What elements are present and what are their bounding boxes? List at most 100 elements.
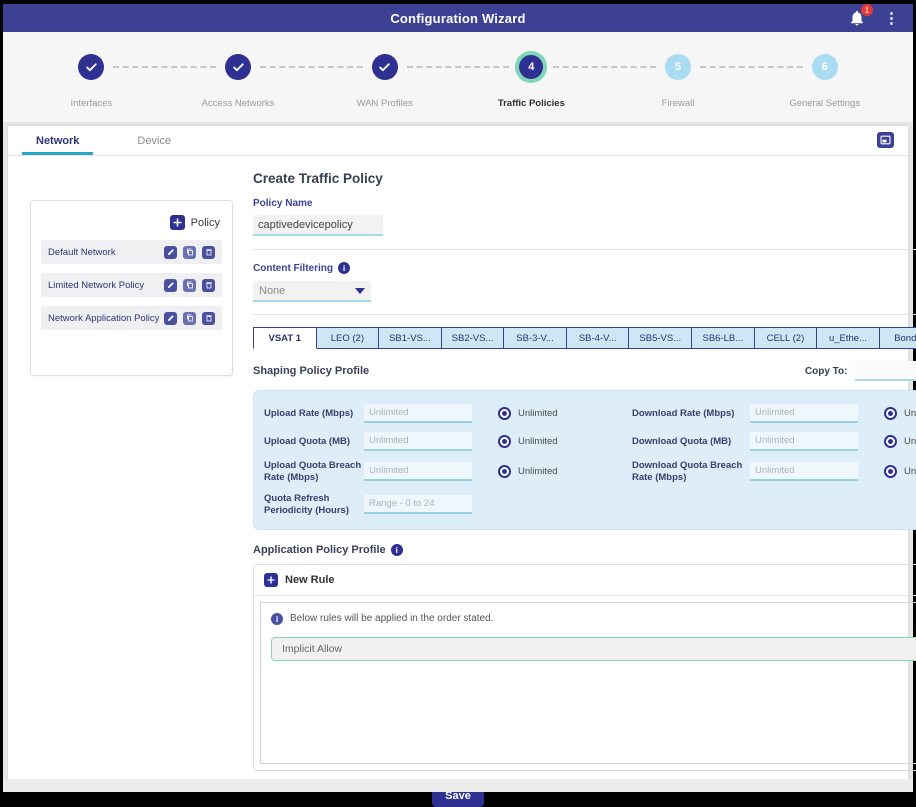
- new-rule-button[interactable]: New Rule: [254, 565, 916, 596]
- content-filtering-select[interactable]: None: [253, 281, 371, 302]
- page: Configuration Wizard 1 ⋮ Interfaces: [3, 4, 913, 792]
- step-interfaces[interactable]: Interfaces: [18, 54, 165, 109]
- quota-refresh-input[interactable]: [364, 495, 472, 514]
- wan-interface-tabs: VSAT 1 LEO (2) SB1-VS... SB2-VS... SB-3-…: [253, 327, 916, 349]
- shaping-header: Shaping Policy Profile Copy To: Reset: [253, 361, 916, 381]
- download-quota-input[interactable]: [750, 432, 858, 451]
- shaping-row-quota: Upload Quota (MB) Unlimited Download Quo…: [264, 432, 916, 451]
- wan-tab-vsat1[interactable]: VSAT 1: [253, 327, 317, 349]
- caret-down-icon: [355, 288, 365, 294]
- step-circle: [372, 54, 398, 80]
- create-policy-title: Create Traffic Policy: [253, 171, 916, 186]
- copy-to-select[interactable]: [855, 361, 916, 381]
- delete-icon[interactable]: [202, 279, 215, 292]
- download-breach-unlimited-radio[interactable]: Unlimited: [884, 465, 916, 478]
- copy-icon[interactable]: [183, 246, 196, 259]
- step-wan-profiles[interactable]: WAN Profiles: [311, 54, 458, 109]
- wan-tab-sb1[interactable]: SB1-VS...: [379, 327, 442, 349]
- shaping-title: Shaping Policy Profile: [253, 365, 369, 377]
- policy-row-network-application-policy[interactable]: Network Application Policy: [41, 306, 222, 330]
- step-general-settings[interactable]: 6 General Settings: [751, 54, 898, 109]
- edit-icon[interactable]: [164, 312, 177, 325]
- download-breach-rate-input[interactable]: [750, 462, 858, 481]
- wizard-stepper: Interfaces Access Networks WAN Profiles …: [3, 32, 913, 122]
- radio-selected-icon: [884, 407, 897, 420]
- upload-quota-unlimited-radio[interactable]: Unlimited: [498, 435, 608, 448]
- copy-icon[interactable]: [183, 279, 196, 292]
- download-quota-unlimited-radio[interactable]: Unlimited: [884, 435, 916, 448]
- wan-tab-sb6[interactable]: SB6-LB...: [692, 327, 755, 349]
- policy-name-row: Save: [253, 215, 916, 237]
- implicit-allow-select[interactable]: Implicit Allow: [271, 637, 916, 661]
- header-actions: 1 ⋮: [848, 4, 899, 32]
- wan-tab-sb3[interactable]: SB-3-V...: [504, 327, 567, 349]
- shaping-row-quota-refresh: Quota Refresh Periodicity (Hours): [264, 493, 916, 517]
- radio-selected-icon: [498, 407, 511, 420]
- page-title: Configuration Wizard: [390, 11, 525, 26]
- edit-icon[interactable]: [164, 279, 177, 292]
- wan-tab-leo[interactable]: LEO (2): [317, 327, 380, 349]
- app-header: Configuration Wizard 1 ⋮: [3, 4, 913, 32]
- step-firewall[interactable]: 5 Firewall: [605, 54, 752, 109]
- check-icon: [378, 61, 391, 74]
- policy-list-card: Policy Default Network: [30, 200, 233, 376]
- policy-name-label: Policy Name: [253, 198, 916, 209]
- policy-row-actions: [164, 312, 215, 325]
- wan-tab-sb2[interactable]: SB2-VS...: [442, 327, 505, 349]
- download-rate-unlimited-radio[interactable]: Unlimited: [884, 407, 916, 420]
- wan-tab-sb4[interactable]: SB-4-V...: [567, 327, 630, 349]
- upload-breach-unlimited-radio[interactable]: Unlimited: [498, 465, 608, 478]
- copy-to-group: Copy To: Reset: [805, 361, 916, 381]
- policy-row-limited-network-policy[interactable]: Limited Network Policy: [41, 273, 222, 297]
- copy-to-label: Copy To:: [805, 366, 848, 377]
- radio-selected-icon: [498, 465, 511, 478]
- application-rules-box: New Rule Below rules will be applied in …: [253, 564, 916, 771]
- delete-icon[interactable]: [202, 312, 215, 325]
- upload-rate-unlimited-radio[interactable]: Unlimited: [498, 407, 608, 420]
- info-icon: [271, 613, 283, 625]
- copy-icon[interactable]: [183, 312, 196, 325]
- plus-icon: [170, 215, 185, 230]
- shaping-row-rate: Upload Rate (Mbps) Unlimited Download Ra…: [264, 404, 916, 423]
- wan-tab-sb5[interactable]: SB5-VS...: [629, 327, 692, 349]
- radio-selected-icon: [498, 435, 511, 448]
- upload-breach-rate-input[interactable]: [364, 462, 472, 481]
- kebab-menu-icon[interactable]: ⋮: [884, 11, 899, 26]
- window-icon: [880, 135, 891, 145]
- delete-icon[interactable]: [202, 246, 215, 259]
- policy-name-input[interactable]: [253, 215, 383, 236]
- add-policy-button[interactable]: Policy: [41, 215, 220, 230]
- tab-network[interactable]: Network: [22, 126, 93, 155]
- plus-icon: [264, 573, 278, 587]
- application-policy-title: Application Policy Profile: [253, 544, 916, 556]
- create-policy-panel: Create Traffic Policy Policy Name Save C…: [253, 156, 916, 771]
- shaping-row-breach: Upload Quota Breach Rate (Mbps) Unlimite…: [264, 460, 916, 484]
- upload-rate-input[interactable]: [364, 404, 472, 423]
- rules-info: Below rules will be applied in the order…: [271, 613, 916, 625]
- info-icon[interactable]: [391, 544, 403, 556]
- step-circle: 4: [519, 55, 543, 79]
- divider: [253, 314, 916, 315]
- edit-icon[interactable]: [164, 246, 177, 259]
- upload-quota-input[interactable]: [364, 432, 472, 451]
- popout-window-button[interactable]: [877, 132, 894, 148]
- step-traffic-policies[interactable]: 4 Traffic Policies: [458, 54, 605, 109]
- step-circle: 6: [812, 54, 838, 80]
- notifications-button[interactable]: 1: [848, 9, 866, 27]
- policy-row-actions: [164, 246, 215, 259]
- tab-device[interactable]: Device: [123, 126, 185, 155]
- policy-row-default-network[interactable]: Default Network: [41, 240, 222, 264]
- footer-strip: [3, 779, 913, 792]
- policy-list-column: Policy Default Network: [30, 156, 233, 771]
- download-rate-input[interactable]: [750, 404, 858, 423]
- wan-tab-uethe[interactable]: u_Ethe...: [817, 327, 880, 349]
- wan-tab-cell[interactable]: CELL (2): [755, 327, 818, 349]
- content-filtering-label: Content Filtering: [253, 262, 916, 274]
- step-access-networks[interactable]: Access Networks: [165, 54, 312, 109]
- content-area: Policy Default Network: [8, 156, 908, 771]
- radio-selected-icon: [884, 465, 897, 478]
- divider: [253, 249, 916, 250]
- info-icon[interactable]: [338, 262, 350, 274]
- main-tabbar: Network Device: [8, 126, 908, 156]
- wan-tab-bonded[interactable]: Bonded: [880, 327, 916, 349]
